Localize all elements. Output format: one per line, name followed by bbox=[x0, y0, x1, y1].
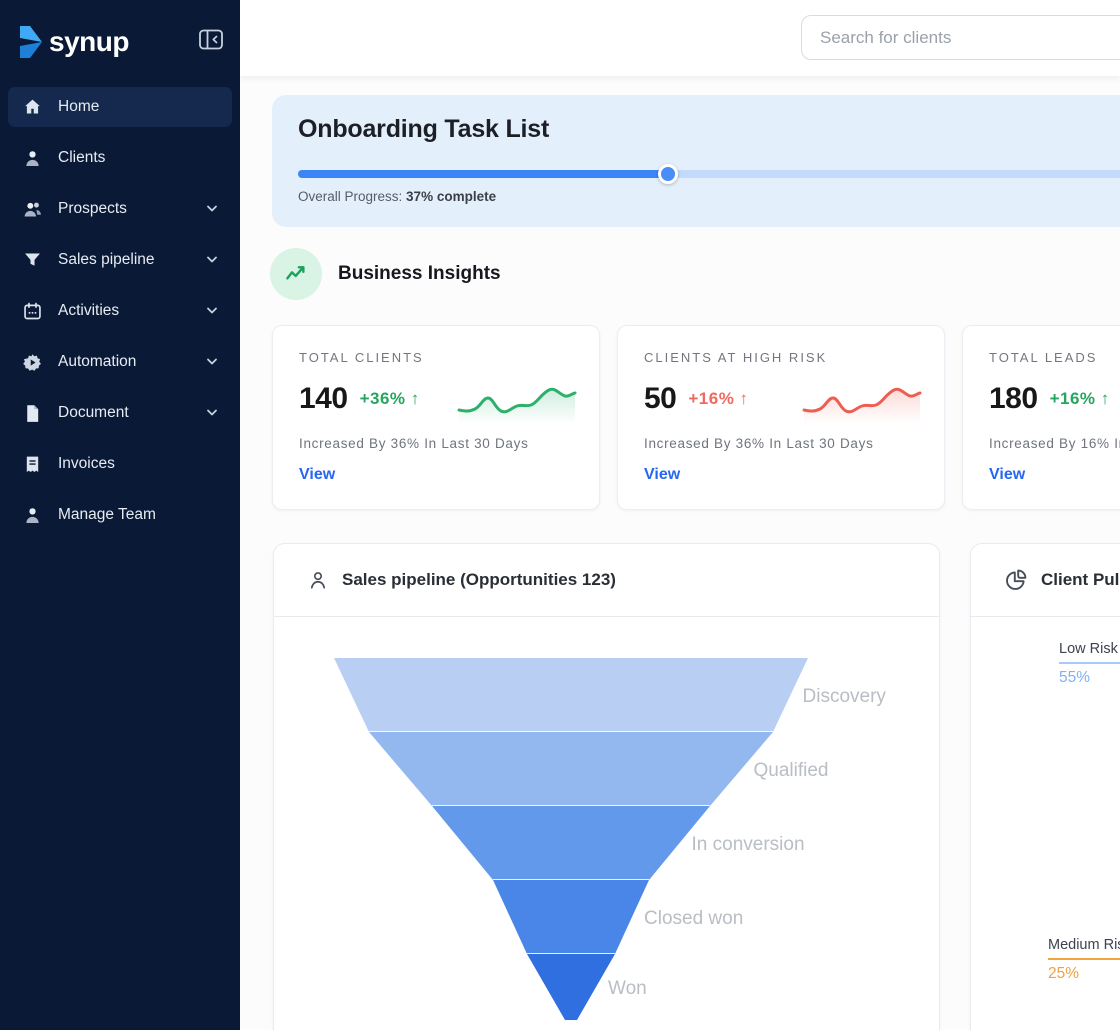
invoice-icon bbox=[22, 454, 43, 475]
business-insights-title: Business Insights bbox=[338, 263, 501, 285]
sales-pipeline-card: Sales pipeline (Opportunities 123) Disco… bbox=[273, 543, 940, 1030]
stat-delta: +36% ↑ bbox=[360, 389, 420, 409]
funnel-stage-qualified[interactable] bbox=[369, 732, 773, 806]
chevron-down-icon bbox=[206, 256, 218, 264]
sidebar-collapse-button[interactable] bbox=[196, 26, 226, 52]
dashboard-page: synup Home Clients Prospects bbox=[0, 0, 1120, 1030]
sidebar-item-label: Automation bbox=[58, 353, 206, 371]
person-icon bbox=[22, 148, 43, 169]
funnel-stage-discovery[interactable] bbox=[334, 658, 808, 732]
topbar bbox=[240, 0, 1120, 76]
sidebar-item-label: Activities bbox=[58, 302, 206, 320]
sales-pipeline-card-header: Sales pipeline (Opportunities 123) bbox=[274, 544, 939, 617]
stat-delta: +16% ↑ bbox=[1050, 389, 1110, 409]
stat-label: TOTAL LEADS bbox=[989, 350, 1120, 365]
sparkline-chart bbox=[457, 378, 577, 426]
onboarding-task-list-card: Onboarding Task List Overall Progress: 3… bbox=[272, 95, 1120, 227]
stat-label: CLIENTS AT HIGH RISK bbox=[644, 350, 918, 365]
chevron-down-icon bbox=[206, 358, 218, 366]
calendar-icon bbox=[22, 301, 43, 322]
sidebar-item-label: Clients bbox=[58, 149, 218, 167]
sidebar-item-label: Manage Team bbox=[58, 506, 218, 524]
view-link[interactable]: View bbox=[644, 466, 680, 484]
progress-caption-value: 37% complete bbox=[406, 189, 496, 204]
stat-value: 140 bbox=[299, 382, 348, 416]
progress-knob[interactable] bbox=[658, 164, 678, 184]
brand-logo-text: synup bbox=[49, 26, 129, 58]
sidebar-item-home[interactable]: Home bbox=[8, 87, 232, 127]
pie-label-text: Medium Risk bbox=[1048, 937, 1120, 960]
brand-logo: synup bbox=[18, 20, 226, 64]
funnel-stage-label: Qualified bbox=[754, 760, 829, 781]
chevron-down-icon bbox=[206, 205, 218, 213]
person-icon bbox=[22, 505, 43, 526]
onboarding-progress-slider[interactable] bbox=[298, 164, 1120, 184]
onboarding-title: Onboarding Task List bbox=[298, 115, 1120, 144]
progress-caption-prefix: Overall Progress: bbox=[298, 189, 406, 204]
sidebar-item-activities[interactable]: Activities bbox=[8, 291, 232, 331]
search-input[interactable] bbox=[801, 15, 1120, 60]
pie-label-value: 55% bbox=[1059, 669, 1120, 687]
sidebar-item-document[interactable]: Document bbox=[8, 393, 232, 433]
sidebar-item-label: Invoices bbox=[58, 455, 218, 473]
sidebar-item-invoices[interactable]: Invoices bbox=[8, 444, 232, 484]
funnel-stage-label: In conversion bbox=[692, 834, 805, 855]
pie-chart-icon bbox=[1004, 568, 1028, 592]
stat-card-total-leads: TOTAL LEADS 180 +16% ↑ Increased By 16% … bbox=[962, 325, 1120, 510]
stat-card-total-clients: TOTAL CLIENTS 140 +36% ↑ Increased By 36… bbox=[272, 325, 600, 510]
people-icon bbox=[22, 199, 43, 220]
pie-label-text: Low Risk bbox=[1059, 641, 1120, 664]
sparkline-chart bbox=[802, 378, 922, 426]
sales-pipeline-card-title: Sales pipeline (Opportunities 123) bbox=[342, 570, 616, 590]
sidebar-item-manage-team[interactable]: Manage Team bbox=[8, 495, 232, 535]
sidebar-item-label: Sales pipeline bbox=[58, 251, 206, 269]
stat-label: TOTAL CLIENTS bbox=[299, 350, 573, 365]
progress-caption: Overall Progress: 37% complete bbox=[298, 189, 496, 204]
funnel-icon bbox=[22, 250, 43, 271]
document-icon bbox=[22, 403, 43, 424]
client-pulse-card-header: Client Pulse bbox=[971, 544, 1120, 617]
client-pulse-card-title: Client Pulse bbox=[1041, 570, 1120, 590]
client-pulse-card: Client Pulse Low Risk 55% Medium Risk 25… bbox=[970, 543, 1120, 1030]
view-link[interactable]: View bbox=[989, 466, 1025, 484]
chevron-down-icon bbox=[206, 307, 218, 315]
funnel-stage-label: Won bbox=[608, 978, 647, 999]
sidebar-item-label: Document bbox=[58, 404, 206, 422]
progress-fill bbox=[298, 170, 668, 178]
pie-label-medium-risk: Medium Risk 25% bbox=[1048, 936, 1120, 983]
home-icon bbox=[22, 97, 43, 118]
stat-subtext: Increased By 36% In Last 30 Days bbox=[299, 436, 573, 451]
stat-subtext: Increased By 36% In Last 30 Days bbox=[644, 436, 918, 451]
sidebar-item-sales-pipeline[interactable]: Sales pipeline bbox=[8, 240, 232, 280]
sidebar-item-clients[interactable]: Clients bbox=[8, 138, 232, 178]
chevron-down-icon bbox=[206, 409, 218, 417]
stat-value: 180 bbox=[989, 382, 1038, 416]
sidebar-item-prospects[interactable]: Prospects bbox=[8, 189, 232, 229]
stat-value: 50 bbox=[644, 382, 676, 416]
business-insights-icon-badge bbox=[270, 248, 322, 300]
stat-delta: +16% ↑ bbox=[688, 389, 748, 409]
stat-card-clients-at-high-risk: CLIENTS AT HIGH RISK 50 +16% ↑ Increased… bbox=[617, 325, 945, 510]
funnel-stage-won[interactable] bbox=[527, 954, 615, 1020]
synup-logo-icon bbox=[18, 25, 44, 59]
automation-gear-icon bbox=[22, 352, 43, 373]
funnel-chart[interactable]: Discovery Qualified In conversion Closed wo… bbox=[274, 618, 941, 1030]
stat-subtext: Increased By 16% In Last 30 Days bbox=[989, 436, 1120, 451]
pie-label-value: 25% bbox=[1048, 965, 1120, 983]
funnel-stage-in-conversion[interactable] bbox=[432, 806, 710, 880]
view-link[interactable]: View bbox=[299, 466, 335, 484]
sidebar-item-label: Home bbox=[58, 98, 218, 116]
funnel-stage-label: Discovery bbox=[803, 686, 887, 707]
funnel-stage-label: Closed won bbox=[644, 908, 743, 929]
sidebar-nav: Home Clients Prospects Sales pipeline Ac… bbox=[0, 87, 240, 546]
sidebar: synup Home Clients Prospects bbox=[0, 0, 240, 1030]
pie-label-low-risk: Low Risk 55% bbox=[1059, 640, 1120, 687]
person-outline-icon bbox=[307, 569, 329, 591]
trending-up-icon bbox=[283, 261, 309, 287]
sidebar-item-label: Prospects bbox=[58, 200, 206, 218]
funnel-stage-closed-won[interactable] bbox=[493, 880, 649, 954]
collapse-panel-icon bbox=[199, 29, 224, 50]
sidebar-item-automation[interactable]: Automation bbox=[8, 342, 232, 382]
